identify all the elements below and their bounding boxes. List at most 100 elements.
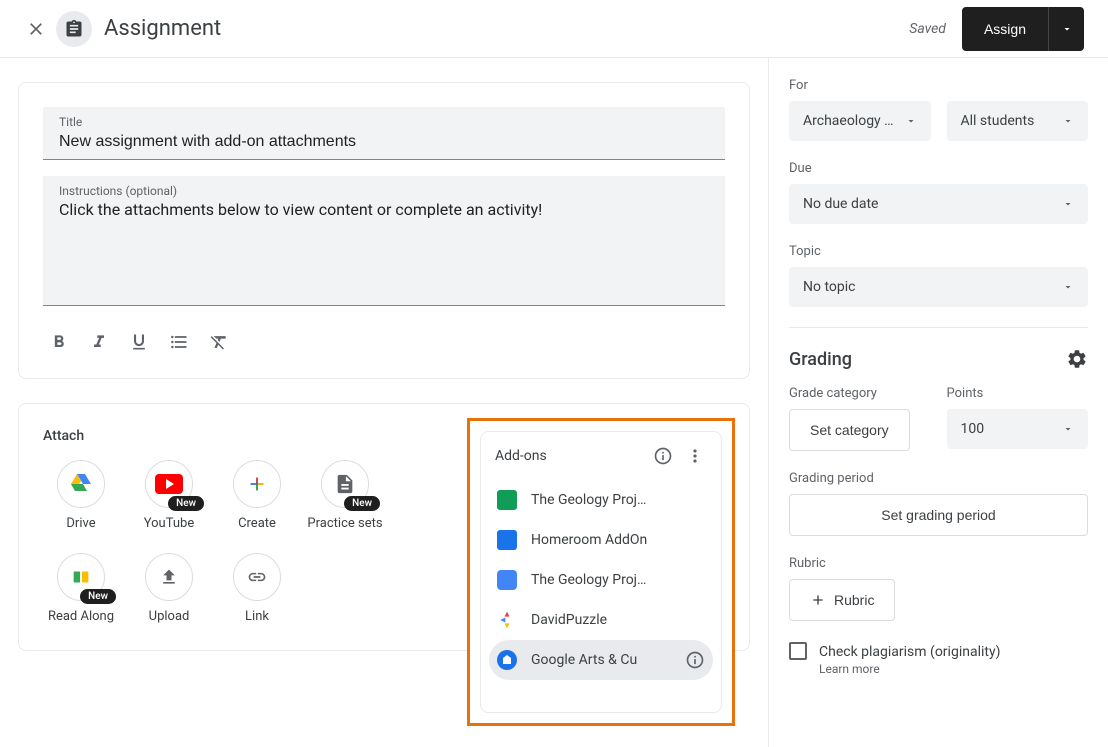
addon-name: Google Arts & Cu xyxy=(531,652,671,668)
left-column: Title Instructions (optional) Click the … xyxy=(0,58,768,747)
add-rubric-button[interactable]: Rubric xyxy=(789,579,895,621)
attach-create[interactable]: Create xyxy=(219,460,295,533)
rubric-label: Rubric xyxy=(789,556,1088,571)
assignment-type-icon xyxy=(56,11,92,47)
underline-button[interactable] xyxy=(127,330,151,354)
clear-format-button[interactable] xyxy=(207,330,231,354)
addons-highlight-box: Add-ons The Geology Proj… xyxy=(467,418,735,726)
attach-label: Read Along xyxy=(48,609,114,626)
addon-app-icon xyxy=(497,530,517,550)
italic-icon xyxy=(89,332,109,352)
caret-down-icon xyxy=(1062,198,1074,210)
title-field[interactable]: Title xyxy=(43,107,725,160)
info-icon xyxy=(653,446,673,466)
close-icon xyxy=(26,19,46,39)
addon-name: Homeroom AddOn xyxy=(531,532,705,548)
students-select[interactable]: All students xyxy=(947,101,1089,141)
addon-item[interactable]: DavidPuzzle xyxy=(489,600,713,640)
addons-list[interactable]: The Geology Proj… Homeroom AddOn The Geo… xyxy=(481,480,721,712)
attach-label: Upload xyxy=(149,609,190,626)
topic-label: Topic xyxy=(789,244,1088,259)
italic-button[interactable] xyxy=(87,330,111,354)
set-category-button[interactable]: Set category xyxy=(789,409,910,451)
more-vert-icon xyxy=(685,446,705,466)
addon-item[interactable]: Homeroom AddOn xyxy=(489,520,713,560)
for-label: For xyxy=(789,78,1088,93)
addon-item[interactable]: The Geology Proj… xyxy=(489,560,713,600)
instructions-field[interactable]: Instructions (optional) Click the attach… xyxy=(43,176,725,306)
drive-icon xyxy=(69,472,93,496)
due-date-select[interactable]: No due date xyxy=(789,184,1088,224)
attach-upload[interactable]: Upload xyxy=(131,553,207,626)
attach-youtube[interactable]: New YouTube xyxy=(131,460,207,533)
clear-format-icon xyxy=(209,332,229,352)
plus-icon xyxy=(810,592,826,608)
addon-item[interactable]: The Geology Proj… xyxy=(489,480,713,520)
addon-item[interactable]: Google Arts & Cu xyxy=(489,640,713,680)
points-select[interactable]: 100 xyxy=(947,409,1089,449)
points-label: Points xyxy=(947,386,1089,401)
grading-header: Grading xyxy=(789,348,1088,370)
addons-info-button[interactable] xyxy=(651,444,675,468)
caret-down-icon xyxy=(1062,423,1074,435)
attach-drive[interactable]: Drive xyxy=(43,460,119,533)
title-input[interactable] xyxy=(59,133,709,151)
saved-status: Saved xyxy=(909,21,946,37)
addon-app-icon xyxy=(497,650,517,670)
addon-app-icon xyxy=(497,570,517,590)
caret-down-icon xyxy=(1061,23,1073,35)
divider xyxy=(789,327,1088,328)
upload-icon xyxy=(159,567,179,587)
attach-link[interactable]: Link xyxy=(219,553,295,626)
bold-button[interactable] xyxy=(47,330,71,354)
grading-period-label: Grading period xyxy=(789,471,1088,486)
instructions-input[interactable]: Click the attachments below to view cont… xyxy=(59,200,709,219)
due-value: No due date xyxy=(803,196,878,212)
info-icon[interactable] xyxy=(685,650,705,670)
addons-more-button[interactable] xyxy=(683,444,707,468)
set-grading-period-button[interactable]: Set grading period xyxy=(789,494,1088,536)
addons-title: Add-ons xyxy=(495,448,643,464)
attach-label: Link xyxy=(245,609,269,626)
grading-title: Grading xyxy=(789,349,852,370)
learn-more-link[interactable]: Learn more xyxy=(819,662,1000,676)
grade-category-section: Grade category Set category Points 100 xyxy=(789,386,1088,451)
rubric-btn-label: Rubric xyxy=(834,592,874,608)
sidebar: For Archaeology … All students Due No du… xyxy=(768,58,1108,747)
underline-icon xyxy=(129,332,149,352)
page-title: Assignment xyxy=(104,16,909,41)
due-section: Due No due date xyxy=(789,161,1088,224)
attach-card: Attach Drive New xyxy=(18,403,750,651)
bold-icon xyxy=(49,332,69,352)
assign-button[interactable]: Assign xyxy=(962,7,1048,51)
new-badge: New xyxy=(344,496,380,511)
class-select[interactable]: Archaeology … xyxy=(789,101,931,141)
attach-label: Create xyxy=(238,516,276,533)
due-label: Due xyxy=(789,161,1088,176)
gear-icon[interactable] xyxy=(1066,348,1088,370)
attach-read-along[interactable]: New Read Along xyxy=(43,553,119,626)
bullet-list-button[interactable] xyxy=(167,330,191,354)
clipboard-icon xyxy=(64,19,84,39)
class-value: Archaeology … xyxy=(803,113,894,129)
assignment-form-card: Title Instructions (optional) Click the … xyxy=(18,82,750,379)
title-label: Title xyxy=(59,115,709,129)
topic-value: No topic xyxy=(803,279,855,295)
topic-select[interactable]: No topic xyxy=(789,267,1088,307)
close-button[interactable] xyxy=(24,17,48,41)
addons-header: Add-ons xyxy=(481,432,721,480)
instructions-label: Instructions (optional) xyxy=(59,184,709,198)
caret-down-icon xyxy=(905,115,917,127)
grading-period-section: Grading period Set grading period xyxy=(789,471,1088,536)
link-icon xyxy=(247,567,267,587)
addons-panel: Add-ons The Geology Proj… xyxy=(480,431,722,713)
for-section: For Archaeology … All students xyxy=(789,78,1088,141)
students-value: All students xyxy=(961,113,1035,129)
new-badge: New xyxy=(80,589,116,604)
assign-dropdown-button[interactable] xyxy=(1048,7,1084,51)
document-icon xyxy=(334,473,356,495)
caret-down-icon xyxy=(1062,281,1074,293)
attach-practice-sets[interactable]: New Practice sets xyxy=(307,460,383,533)
plagiarism-checkbox[interactable] xyxy=(789,642,807,660)
plagiarism-row: Check plagiarism (originality) Learn mor… xyxy=(789,641,1088,676)
